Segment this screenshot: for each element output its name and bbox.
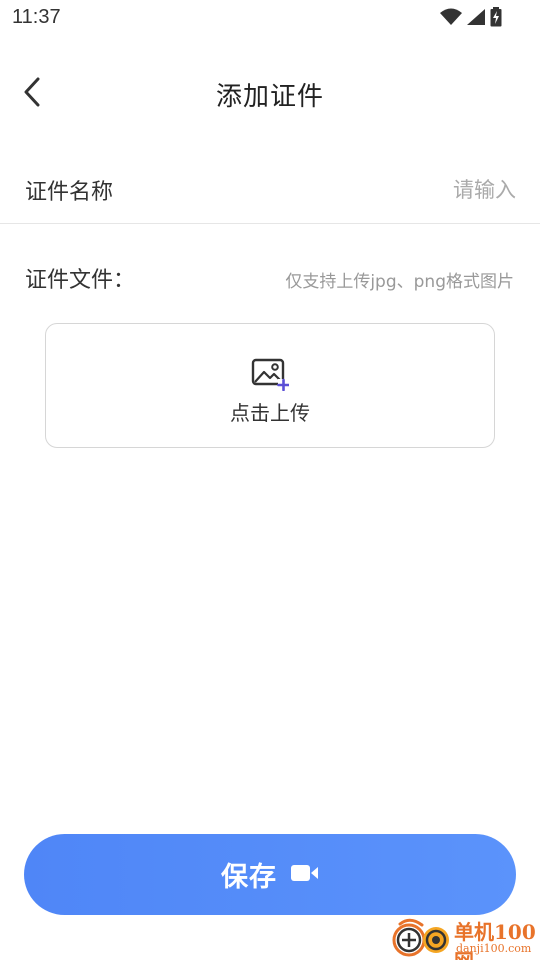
certificate-name-row: 证件名称 bbox=[0, 160, 540, 224]
upload-label: 点击上传 bbox=[230, 401, 310, 425]
battery-charging-icon bbox=[490, 7, 502, 27]
image-add-icon bbox=[251, 357, 290, 392]
watermark-logo-icon bbox=[390, 918, 452, 958]
video-camera-icon bbox=[291, 864, 319, 886]
certificate-name-input[interactable] bbox=[296, 172, 516, 208]
wifi-icon bbox=[440, 8, 462, 26]
certificate-name-label: 证件名称 bbox=[25, 180, 114, 205]
status-time: 11:37 bbox=[12, 6, 61, 28]
save-label: 保存 bbox=[221, 862, 277, 893]
certificate-file-label: 证件文件： bbox=[25, 268, 136, 293]
certificate-file-row: 证件文件： 仅支持上传jpg、png格式图片 bbox=[0, 256, 540, 300]
upload-button[interactable]: 点击上传 bbox=[45, 323, 495, 448]
status-icons bbox=[440, 7, 502, 27]
status-bar: 11:37 bbox=[0, 0, 540, 36]
page-title: 添加证件 bbox=[215, 82, 324, 112]
save-button[interactable]: 保存 bbox=[24, 834, 516, 915]
watermark-url: danji100.com bbox=[456, 942, 532, 955]
nav-bar: 添加证件 bbox=[0, 60, 540, 128]
watermark: 单机100网 danji100.com bbox=[390, 914, 540, 960]
file-format-hint: 仅支持上传jpg、png格式图片 bbox=[285, 272, 514, 292]
signal-icon bbox=[466, 8, 486, 26]
